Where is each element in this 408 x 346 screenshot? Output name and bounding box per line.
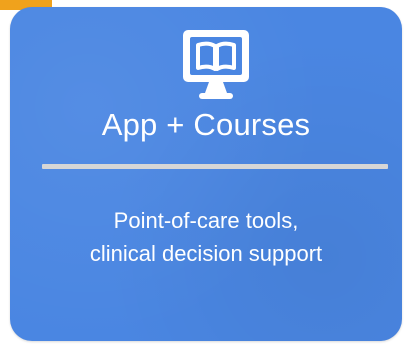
divider [42,164,388,169]
monitor-book-icon [178,26,254,104]
description-line-1: Point-of-care tools, [113,208,299,233]
app-courses-card: App + Courses Point-of-care tools, clini… [10,7,402,341]
card-description: Point-of-care tools, clinical decision s… [10,204,402,270]
description-line-2: clinical decision support [89,241,323,266]
card-title: App + Courses [101,107,311,142]
